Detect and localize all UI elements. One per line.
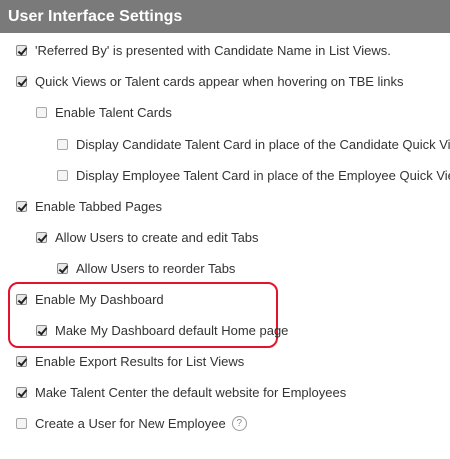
checkbox-create-edit-tabs[interactable]	[36, 231, 47, 243]
setting-export-results[interactable]: Enable Export Results for List Views	[16, 351, 244, 371]
setting-label: Quick Views or Talent cards appear when …	[35, 73, 404, 89]
checkbox-export-results[interactable]	[16, 355, 27, 367]
setting-create-edit-tabs[interactable]: Allow Users to create and edit Tabs	[36, 227, 259, 247]
setting-dashboard-home[interactable]: Make My Dashboard default Home page	[36, 320, 288, 340]
setting-candidate-talent-card[interactable]: Display Candidate Talent Card in place o…	[57, 134, 450, 154]
setting-label: Allow Users to reorder Tabs	[76, 260, 236, 276]
setting-label: Make Talent Center the default website f…	[35, 384, 347, 400]
setting-label: Enable Tabbed Pages	[35, 198, 162, 214]
section-header: User Interface Settings	[0, 0, 450, 33]
checkbox-employee-talent-card[interactable]	[57, 169, 68, 181]
setting-label: Display Employee Talent Card in place of…	[76, 167, 450, 183]
setting-label: Create a User for New Employee	[35, 415, 226, 431]
setting-label: Enable My Dashboard	[35, 291, 164, 307]
setting-label: Make My Dashboard default Home page	[55, 322, 289, 338]
setting-label: Enable Export Results for List Views	[35, 353, 245, 369]
checkbox-talent-center[interactable]	[16, 386, 27, 398]
setting-quick-views[interactable]: Quick Views or Talent cards appear when …	[16, 71, 404, 91]
setting-enable-talent-cards[interactable]: Enable Talent Cards	[36, 102, 172, 122]
help-icon[interactable]: ?	[231, 415, 247, 431]
setting-referred-by[interactable]: 'Referred By' is presented with Candidat…	[16, 40, 391, 60]
setting-tabbed-pages[interactable]: Enable Tabbed Pages	[16, 196, 162, 216]
setting-create-user[interactable]: Create a User for New Employee ?	[16, 413, 247, 433]
checkbox-create-user[interactable]	[16, 417, 27, 429]
checkbox-referred-by[interactable]	[16, 44, 27, 56]
checkbox-candidate-talent-card[interactable]	[57, 138, 68, 150]
setting-label: Allow Users to create and edit Tabs	[55, 229, 259, 245]
setting-employee-talent-card[interactable]: Display Employee Talent Card in place of…	[57, 165, 450, 185]
setting-reorder-tabs[interactable]: Allow Users to reorder Tabs	[57, 258, 235, 278]
checkbox-quick-views[interactable]	[16, 75, 27, 87]
checkbox-reorder-tabs[interactable]	[57, 262, 68, 274]
checkbox-my-dashboard[interactable]	[16, 293, 27, 305]
checkbox-tabbed-pages[interactable]	[16, 200, 27, 212]
ui-settings-panel: User Interface Settings 'Referred By' is…	[0, 0, 450, 459]
setting-my-dashboard[interactable]: Enable My Dashboard	[16, 289, 164, 309]
checkbox-enable-talent-cards[interactable]	[36, 106, 47, 118]
setting-label: Enable Talent Cards	[55, 104, 172, 120]
setting-label: 'Referred By' is presented with Candidat…	[35, 42, 391, 58]
setting-talent-center[interactable]: Make Talent Center the default website f…	[16, 382, 346, 402]
checkbox-dashboard-home[interactable]	[36, 324, 47, 336]
setting-label: Display Candidate Talent Card in place o…	[76, 136, 450, 152]
